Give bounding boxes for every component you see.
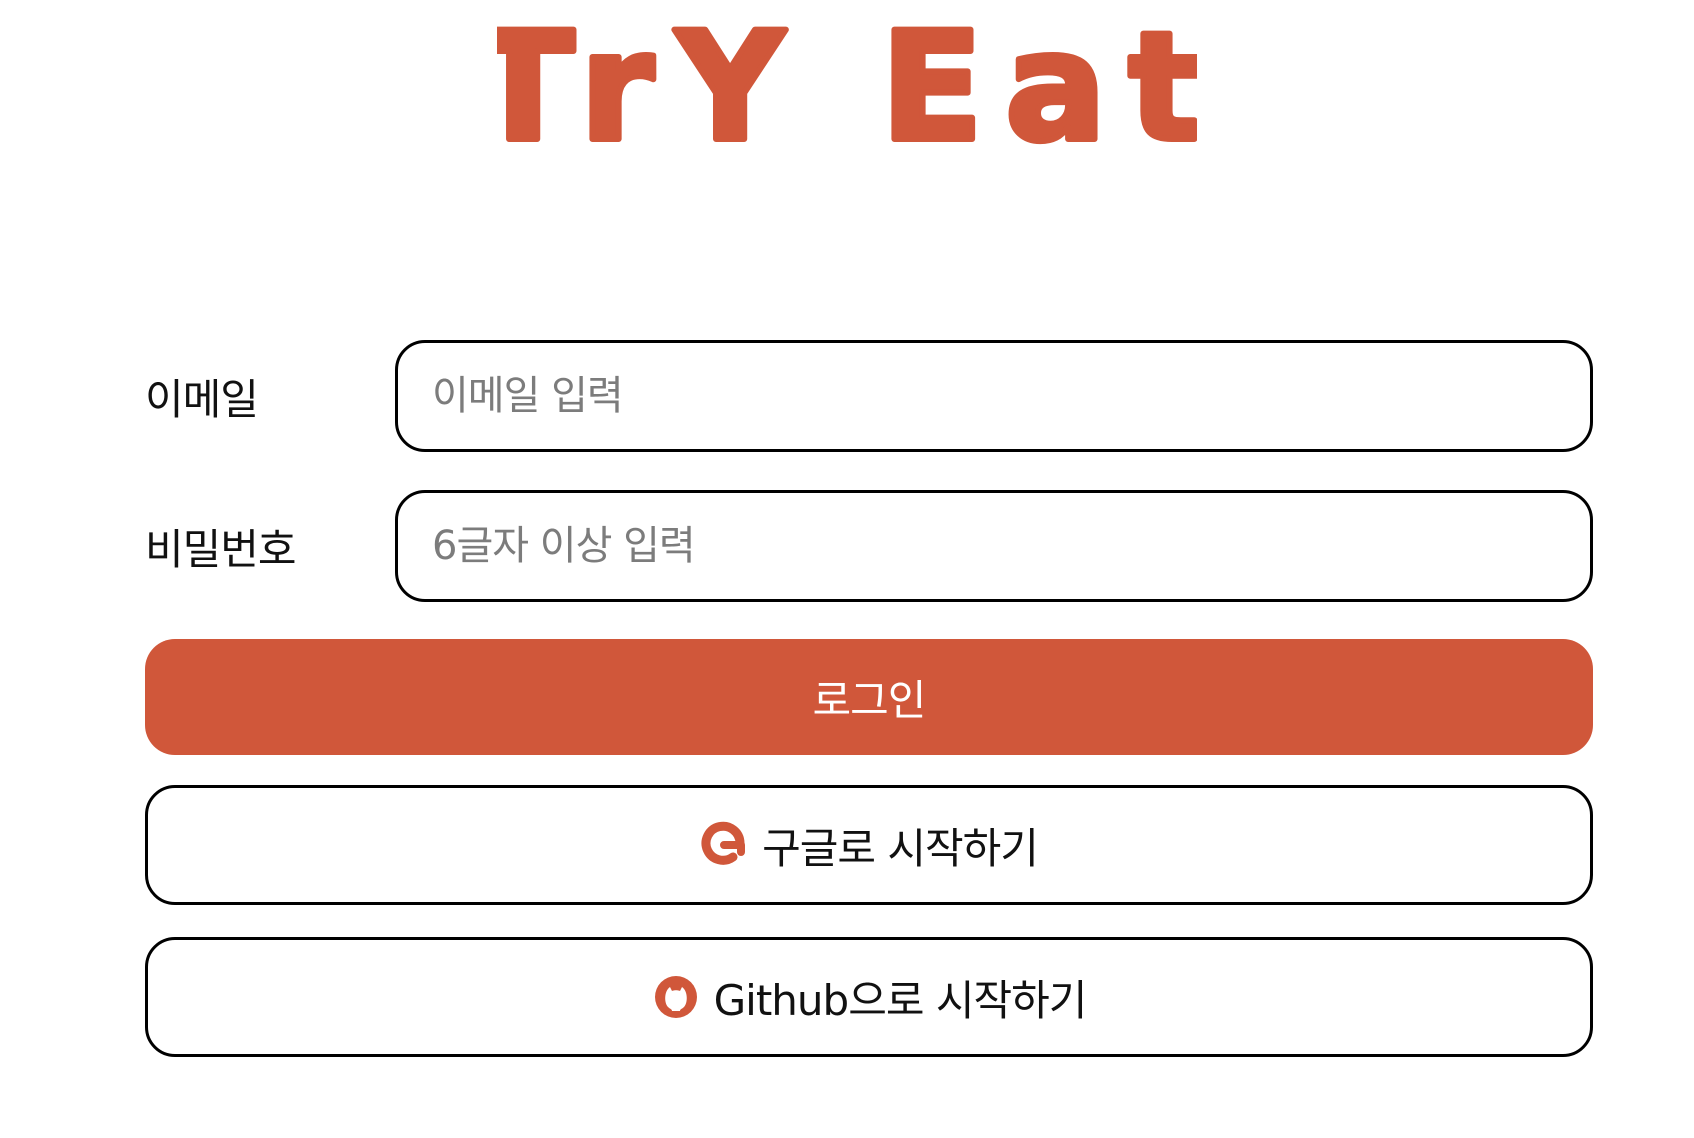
password-label: 비밀번호 [145, 524, 297, 574]
google-button-label: 구글로 시작하기 [762, 823, 1039, 873]
email-row: 이메일 [145, 337, 1593, 455]
try-eat-logo: TrY Eat [497, 14, 1197, 164]
github-button-label: Github으로 시작하기 [713, 975, 1088, 1025]
email-label: 이메일 [145, 374, 259, 424]
login-button-label: 로그인 [812, 675, 927, 725]
logo-text: TrY Eat [497, 14, 1197, 164]
login-button[interactable]: 로그인 [145, 639, 1593, 755]
app-logo: TrY Eat [0, 14, 1694, 168]
github-icon [652, 973, 700, 1021]
password-input[interactable] [430, 492, 1590, 600]
password-field-box [395, 490, 1593, 602]
email-field-box [395, 340, 1593, 452]
login-form: 이메일 비밀번호 로그인 구글로 시작하기 Github으 [145, 337, 1593, 1057]
github-login-button[interactable]: Github으로 시작하기 [145, 937, 1593, 1057]
email-input[interactable] [430, 342, 1590, 450]
password-row: 비밀번호 [145, 487, 1593, 605]
google-icon [700, 821, 748, 869]
google-login-button[interactable]: 구글로 시작하기 [145, 785, 1593, 905]
